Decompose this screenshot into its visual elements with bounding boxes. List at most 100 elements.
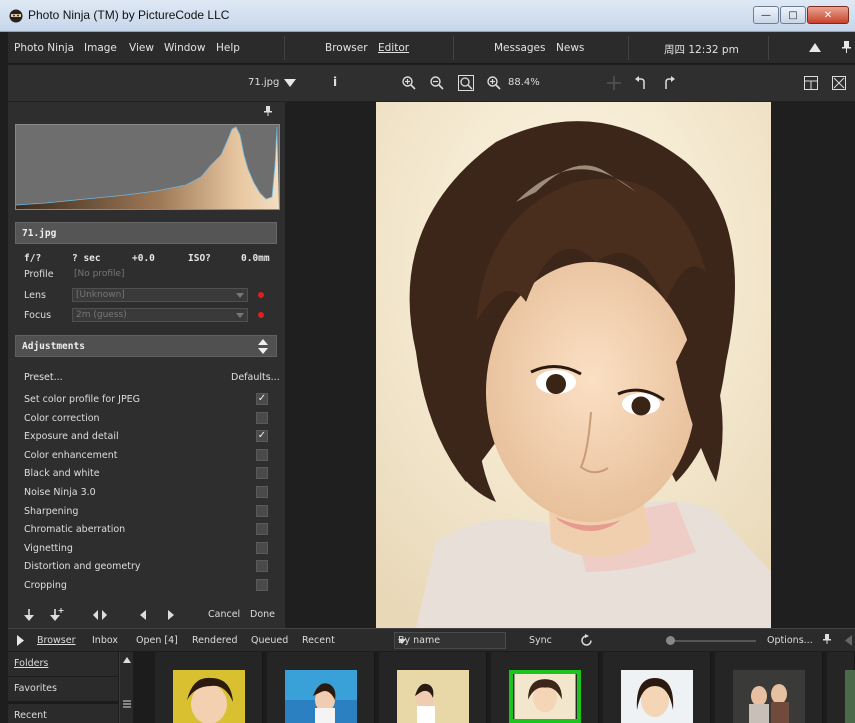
current-file-name[interactable]: 71.jpg xyxy=(248,77,279,88)
tab-recent[interactable]: Recent xyxy=(302,635,335,646)
adjustment-checkbox[interactable] xyxy=(256,541,268,554)
panel-pin-icon[interactable] xyxy=(264,106,272,116)
adjustment-item[interactable]: Exposure and detail ✓ xyxy=(24,429,268,445)
adjustment-item[interactable]: Cropping xyxy=(24,578,268,594)
adjustments-header[interactable]: Adjustments xyxy=(15,335,277,357)
sidebar-scrollbar[interactable] xyxy=(119,652,133,723)
tab-inbox[interactable]: Inbox xyxy=(92,635,118,646)
preset-button[interactable]: Preset... xyxy=(24,372,63,383)
tab-browser[interactable]: Browser xyxy=(325,42,368,54)
adjustment-item[interactable]: Chromatic aberration xyxy=(24,522,268,538)
defaults-button[interactable]: Defaults... xyxy=(231,372,280,383)
cancel-button[interactable]: Cancel xyxy=(208,609,240,620)
adjustment-checkbox[interactable] xyxy=(256,411,268,424)
adjustment-checkbox[interactable] xyxy=(256,467,268,480)
adjustment-label: Exposure and detail xyxy=(24,431,119,443)
adjustment-item[interactable]: Noise Ninja 3.0 xyxy=(24,485,268,501)
sidebar-item-favorites[interactable]: Favorites xyxy=(8,677,118,701)
menu-separator xyxy=(284,36,285,60)
ninja-app-icon xyxy=(9,9,23,23)
sidebar-item-recent[interactable]: Recent xyxy=(8,704,118,723)
adjustment-item[interactable]: Sharpening xyxy=(24,504,268,520)
thumbnail-cell-selected[interactable] xyxy=(491,652,599,723)
thumbnail-cell[interactable] xyxy=(603,652,711,723)
thumbnail-cell[interactable] xyxy=(155,652,263,723)
menu-image[interactable]: Image xyxy=(84,42,117,54)
thumbnail-size-slider[interactable] xyxy=(666,636,756,645)
thumbnail-cell[interactable] xyxy=(715,652,823,723)
adjustment-checkbox[interactable] xyxy=(256,523,268,536)
adjustment-checkbox[interactable] xyxy=(256,504,268,517)
adjustment-item[interactable]: Black and white xyxy=(24,466,268,482)
adjustment-checkbox[interactable]: ✓ xyxy=(256,430,268,443)
lens-select[interactable]: [Unknown] xyxy=(72,288,248,302)
menu-window[interactable]: Window xyxy=(164,42,205,54)
sidebar-item-folders[interactable]: Folders xyxy=(8,652,118,676)
file-dropdown-icon[interactable] xyxy=(284,79,296,87)
options-button[interactable]: Options... xyxy=(767,635,813,646)
tab-open[interactable]: Open [4] xyxy=(136,635,178,646)
scroll-up-icon[interactable] xyxy=(123,657,131,663)
minimize-button[interactable]: — xyxy=(753,6,779,24)
menu-help[interactable]: Help xyxy=(216,42,240,54)
expand-collapse-icon[interactable] xyxy=(258,339,268,354)
rotate-right-icon[interactable] xyxy=(663,76,675,90)
move-down-icon[interactable] xyxy=(24,609,34,621)
focus-select[interactable]: 2m (guess) xyxy=(72,308,248,322)
news-link[interactable]: News xyxy=(556,42,584,54)
slider-knob[interactable] xyxy=(666,636,675,645)
zoom-fit-icon[interactable] xyxy=(458,75,474,91)
pin-icon[interactable] xyxy=(842,41,851,53)
layout-grid-icon[interactable] xyxy=(804,76,818,90)
done-button[interactable]: Done xyxy=(250,609,275,620)
sync-button[interactable]: Sync xyxy=(529,635,552,646)
next-icon[interactable] xyxy=(168,610,174,620)
compare-icon[interactable] xyxy=(93,610,107,620)
thumbnail-image xyxy=(285,670,357,723)
rotate-left-icon[interactable] xyxy=(635,76,647,90)
menu-separator xyxy=(768,36,769,60)
adjustment-item[interactable]: Color correction xyxy=(24,411,268,427)
pin-icon[interactable] xyxy=(823,634,831,644)
maximize-button[interactable]: □ xyxy=(780,6,806,24)
menu-photo-ninja[interactable]: Photo Ninja xyxy=(14,42,74,54)
messages-link[interactable]: Messages xyxy=(494,42,546,54)
fullscreen-close-icon[interactable] xyxy=(832,76,846,90)
exif-exposure: +0.0 xyxy=(132,253,155,264)
image-canvas[interactable] xyxy=(287,102,855,628)
adjustment-checkbox[interactable] xyxy=(256,486,268,498)
tab-queued[interactable]: Queued xyxy=(251,635,288,646)
scroll-grip-icon[interactable] xyxy=(123,700,131,708)
sort-select[interactable]: By name xyxy=(394,632,506,649)
expand-browser-icon[interactable] xyxy=(17,635,24,646)
collapse-up-icon[interactable] xyxy=(809,43,821,52)
scroll-left-icon[interactable] xyxy=(845,635,852,646)
info-button[interactable]: i xyxy=(333,75,337,89)
tab-rendered[interactable]: Rendered xyxy=(192,635,238,646)
photo-preview[interactable] xyxy=(376,102,771,628)
zoom-out-icon[interactable] xyxy=(430,76,444,90)
zoom-actual-icon[interactable] xyxy=(487,76,501,90)
adjustment-label: Color correction xyxy=(24,412,100,424)
adjustment-item[interactable]: Color enhancement xyxy=(24,448,268,464)
thumbnail-cell[interactable] xyxy=(267,652,375,723)
refresh-icon[interactable] xyxy=(580,634,593,647)
editor-toolbar: 71.jpg i 88.4% xyxy=(8,65,855,102)
adjustment-item[interactable]: Set color profile for JPEG ✓ xyxy=(24,392,268,408)
adjustment-checkbox[interactable] xyxy=(256,579,268,591)
adjustment-checkbox[interactable] xyxy=(256,448,268,461)
menu-view[interactable]: View xyxy=(129,42,154,54)
tab-editor[interactable]: Editor xyxy=(378,42,409,54)
adjustment-label: Black and white xyxy=(24,468,100,480)
adjustment-checkbox[interactable] xyxy=(256,560,268,573)
previous-icon[interactable] xyxy=(140,610,146,620)
adjustment-item[interactable]: Distortion and geometry xyxy=(24,559,268,575)
thumbnail-cell[interactable] xyxy=(827,652,855,723)
tab-browser-folders[interactable]: Browser xyxy=(37,635,76,646)
adjustment-checkbox[interactable]: ✓ xyxy=(256,393,268,405)
zoom-in-icon[interactable] xyxy=(402,76,416,90)
add-below-icon[interactable] xyxy=(50,608,64,621)
adjustment-item[interactable]: Vignetting xyxy=(24,541,268,557)
close-button[interactable]: ✕ xyxy=(807,6,849,24)
thumbnail-cell[interactable] xyxy=(379,652,487,723)
